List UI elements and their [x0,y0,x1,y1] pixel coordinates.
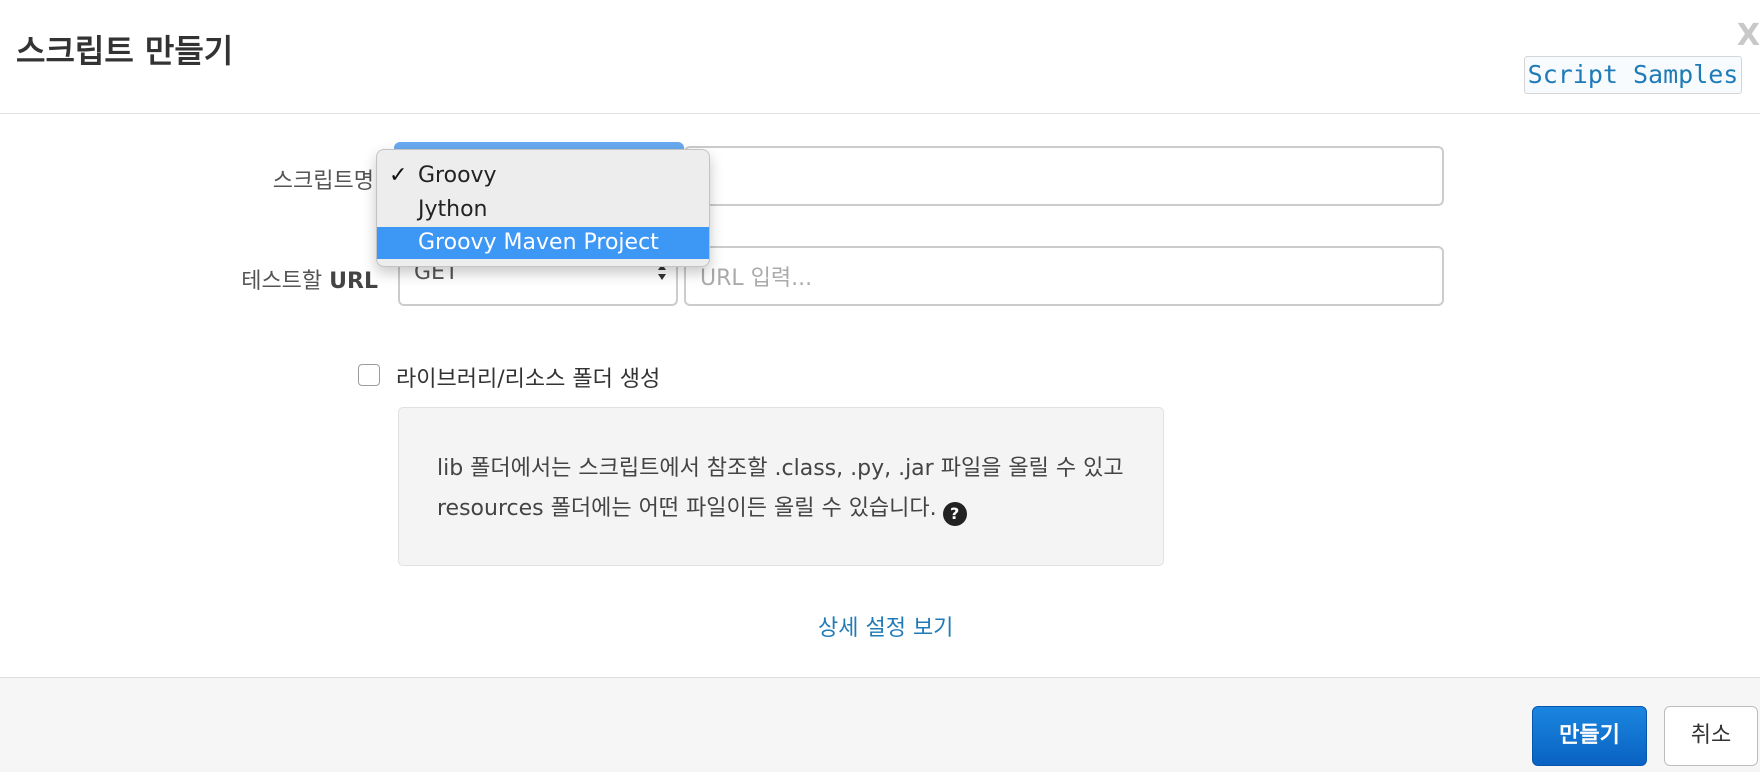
info-box: lib 폴더에서는 스크립트에서 참조할 .class, .py, .jar 파… [398,407,1164,566]
dropdown-option-label: Groovy [418,163,497,188]
dropdown-option-groovy[interactable]: ✓ Groovy [377,160,709,192]
dialog-title: 스크립트 만들기 [16,32,234,70]
info-line-2: resources 폴더에는 어떤 파일이든 올릴 수 있습니다. [437,496,937,521]
info-line-1: lib 폴더에서는 스크립트에서 참조할 .class, .py, .jar 파… [437,456,1124,481]
dropdown-option-jython[interactable]: Jython [377,194,709,226]
dropdown-option-label: Groovy Maven Project [418,230,659,255]
info-line-2-wrap: resources 폴더에는 어떤 파일이든 올릴 수 있습니다.? [437,490,967,526]
close-icon[interactable]: X [1737,18,1760,53]
script-type-dropdown-menu: ✓ Groovy Jython Groovy Maven Project [376,149,710,267]
dialog-footer [0,677,1760,772]
script-name-input[interactable] [684,146,1444,206]
advanced-settings-link[interactable]: 상세 설정 보기 [818,610,953,642]
url-input-placeholder: URL 입력... [700,266,813,291]
test-url-label: 테스트할 URL [200,263,378,295]
cancel-button[interactable]: 취소 [1664,706,1758,766]
library-folder-checkbox-label[interactable]: 라이브러리/리소스 폴더 생성 [396,361,660,393]
dropdown-option-groovy-maven-project[interactable]: Groovy Maven Project [377,227,709,259]
help-icon[interactable]: ? [942,502,967,526]
dropdown-option-label: Jython [418,197,488,222]
test-url-label-prefix: 테스트할 [241,269,323,294]
url-input[interactable]: URL 입력... [684,246,1444,306]
create-button[interactable]: 만들기 [1532,706,1647,766]
dialog-header: 스크립트 만들기 X Script Samples [0,0,1760,114]
library-folder-checkbox[interactable] [358,364,380,386]
checkmark-icon: ✓ [389,163,408,188]
test-url-label-bold: URL [329,269,378,294]
script-name-label: 스크립트명 [272,169,374,194]
script-samples-button[interactable]: Script Samples [1524,56,1742,94]
